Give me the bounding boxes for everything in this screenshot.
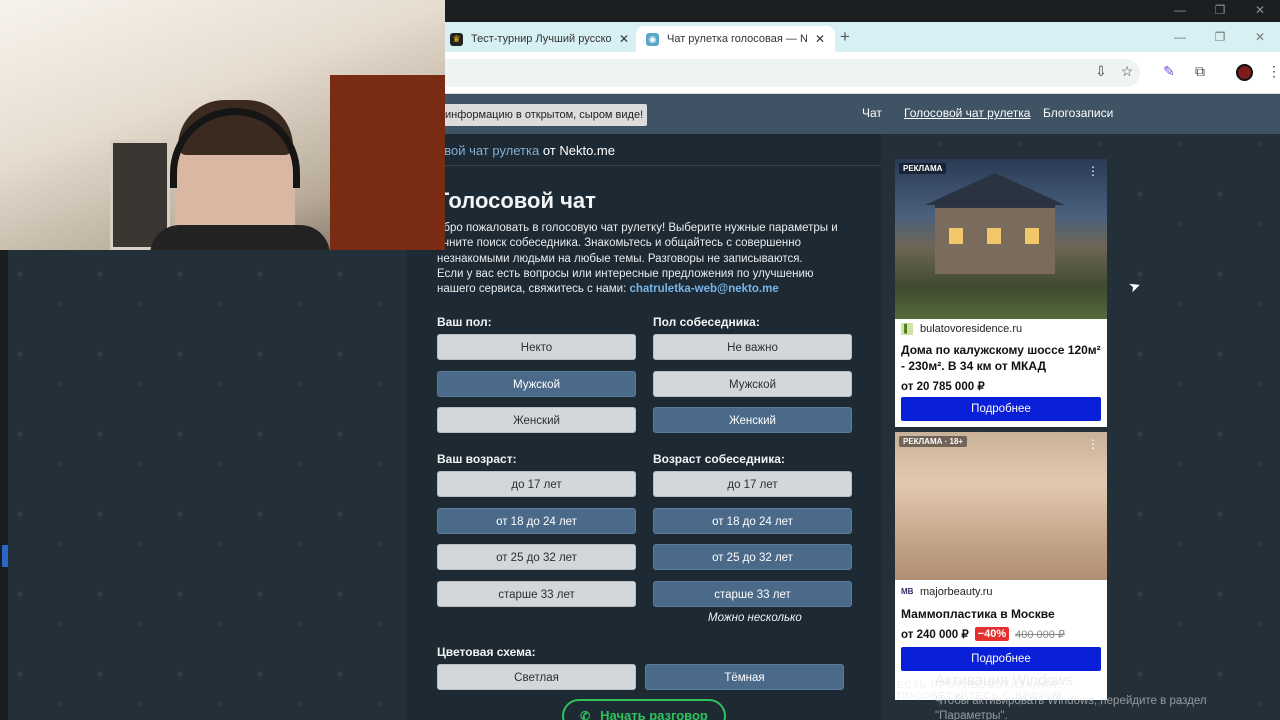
nav-chat[interactable]: Чат — [862, 106, 882, 120]
breadcrumb-text: от Nekto.me — [539, 143, 615, 158]
their-age-label: Возраст собеседника: — [653, 452, 785, 466]
close-tab-icon[interactable]: ✕ — [619, 32, 629, 46]
ad-image-house[interactable]: РЕКЛАМА ⋮ — [895, 159, 1107, 319]
ad-card-clinic[interactable]: РЕКЛАМА · 18+ ⋮ MB majorbeauty.ru Маммоп… — [895, 432, 1107, 700]
extensions-icon[interactable]: ⧉ — [1190, 63, 1210, 80]
their-gender-option[interactable]: Женский — [653, 407, 852, 433]
multi-select-note: Можно несколько — [708, 612, 802, 624]
webcam-cabinet — [330, 75, 445, 250]
color-scheme-option[interactable]: Светлая — [437, 664, 636, 690]
webcam-overlay — [0, 0, 445, 250]
email-link[interactable]: chatruletka-web@nekto.me — [629, 283, 778, 295]
old-price: 400 000 ₽ — [1015, 628, 1065, 641]
tab-nekto[interactable]: ◉ Чат рулетка голосовая — Nek ✕ — [636, 26, 836, 52]
house-picture — [935, 204, 1055, 274]
their-gender-label: Пол собеседника: — [653, 315, 760, 329]
ad-domain[interactable]: MB majorbeauty.ru — [901, 586, 993, 598]
my-gender-option[interactable]: Мужской — [437, 370, 636, 397]
maximize-icon[interactable]: ❐ — [1200, 22, 1240, 52]
menu-dots-icon[interactable]: ⋮ — [1264, 63, 1280, 80]
main-content: овой чат рулетка от Nekto.me Голосовой ч… — [407, 134, 881, 720]
tab-tournament[interactable]: ♛ Тест-турнир Лучший русскоя ✕ — [440, 26, 639, 52]
intro-text: обро пожаловать в голосовую чат рулетку!… — [437, 221, 841, 297]
domain-logo-icon: ▌ — [901, 323, 913, 335]
their-age-option[interactable]: от 25 до 32 лет — [653, 544, 852, 570]
their-gender-option[interactable]: Не важно — [653, 334, 852, 360]
domain-text: bulatovoresidence.ru — [920, 323, 1023, 335]
close-icon[interactable]: ✕ — [1240, 22, 1280, 52]
ad-image-clinic[interactable]: РЕКЛАМА · 18+ ⋮ — [895, 432, 1107, 580]
domain-logo-icon: MB — [901, 587, 914, 596]
minimize-icon[interactable]: — — [1160, 22, 1200, 52]
ad-card-house[interactable]: РЕКЛАМА ⋮ ▌ bulatovoresidence.ru Дома по… — [895, 159, 1107, 427]
close-tab-icon[interactable]: ✕ — [815, 32, 825, 46]
install-app-icon[interactable]: ⇩ — [1091, 63, 1111, 80]
price-text: от 240 000 ₽ — [901, 629, 969, 641]
windows-activation-text: Чтобы активировать Windows, перейдите в … — [935, 695, 1207, 720]
my-age-option[interactable]: от 18 до 24 лет — [437, 507, 636, 534]
welcome-text: обро пожаловать в голосовую чат рулетку!… — [437, 222, 838, 265]
profile-avatar[interactable] — [1236, 64, 1253, 81]
tab-title: Чат рулетка голосовая — Nek — [667, 33, 807, 45]
their-age-option[interactable]: старше 33 лет — [653, 580, 852, 607]
tabstrip-controls: — ❐ ✕ — [1160, 22, 1280, 52]
ad-more-button[interactable]: Подробнее — [901, 397, 1101, 421]
new-tab-button[interactable]: + — [840, 27, 850, 47]
ad-title[interactable]: Маммопластика в Москве — [901, 606, 1103, 622]
my-age-option[interactable]: до 17 лет — [437, 471, 636, 497]
ad-label: РЕКЛАМА · 18+ — [899, 436, 968, 447]
ad-price: от 240 000 ₽ −40% 400 000 ₽ — [901, 627, 1065, 641]
windows-activation-title: Активация Windows — [935, 672, 1074, 689]
nekto-icon: ◉ — [646, 32, 659, 46]
price-text: от 20 785 000 ₽ — [901, 381, 985, 393]
breadcrumb: овой чат рулетка от Nekto.me — [437, 143, 615, 158]
close-icon[interactable]: ✕ — [1240, 0, 1280, 22]
left-edge-marker — [2, 545, 8, 567]
pen-icon[interactable]: ✎ — [1159, 63, 1179, 80]
color-scheme-label: Цветовая схема: — [437, 645, 536, 659]
my-age-option[interactable]: старше 33 лет — [437, 580, 636, 607]
minimize-icon[interactable]: — — [1160, 0, 1200, 22]
webcam-shirt — [150, 225, 330, 250]
more-options-icon[interactable]: ⋮ — [1087, 164, 1099, 178]
domain-text: majorbeauty.ru — [920, 586, 993, 598]
page-title: Голосовой чат — [437, 188, 596, 213]
breadcrumb-link[interactable]: овой чат рулетка — [437, 143, 539, 158]
tip-banner: информацию в открытом, сыром виде! — [441, 104, 648, 126]
color-scheme-option[interactable]: Тёмная — [645, 664, 844, 690]
ad-title[interactable]: Дома по калужскому шоссе 120м² - 230м². … — [901, 342, 1103, 374]
discount-badge: −40% — [974, 627, 1010, 641]
my-gender-option[interactable]: Женский — [437, 407, 636, 433]
maximize-icon[interactable]: ❐ — [1200, 0, 1240, 22]
ad-price: от 20 785 000 ₽ — [901, 379, 985, 393]
their-gender-option[interactable]: Мужской — [653, 370, 852, 397]
their-age-option[interactable]: от 18 до 24 лет — [653, 507, 852, 534]
my-age-option[interactable]: от 25 до 32 лет — [437, 544, 636, 570]
nav-voice-chat[interactable]: Голосовой чат рулетка — [904, 106, 1030, 120]
start-label: Начать разговор — [600, 708, 708, 720]
roof-picture — [925, 173, 1065, 205]
feedback-text: Если у вас есть вопросы или интересные п… — [437, 267, 841, 298]
their-age-option[interactable]: до 17 лет — [653, 471, 852, 497]
screen: — ❐ ✕ ♛ Тест-турнир Лучший русскоя ✕ ◉ Ч… — [0, 0, 1280, 720]
divider — [437, 165, 881, 166]
nav-blog[interactable]: Блогозаписи — [1043, 106, 1113, 120]
ad-more-button[interactable]: Подробнее — [901, 647, 1101, 671]
tab-title: Тест-турнир Лучший русскоя — [471, 33, 611, 45]
window-controls: — ❐ ✕ — [1160, 0, 1280, 22]
left-edge-panel — [0, 250, 8, 720]
bookmark-star-icon[interactable]: ☆ — [1117, 63, 1137, 80]
trophy-icon: ♛ — [450, 32, 463, 46]
phone-icon: ✆ — [580, 709, 591, 720]
my-gender-label: Ваш пол: — [437, 315, 492, 329]
ad-domain[interactable]: ▌ bulatovoresidence.ru — [901, 323, 1022, 335]
start-call-button[interactable]: ✆ Начать разговор — [562, 699, 726, 720]
more-options-icon[interactable]: ⋮ — [1087, 437, 1099, 451]
ad-label: РЕКЛАМА — [899, 163, 947, 174]
my-age-label: Ваш возраст: — [437, 452, 517, 466]
my-gender-option[interactable]: Некто — [437, 334, 636, 360]
